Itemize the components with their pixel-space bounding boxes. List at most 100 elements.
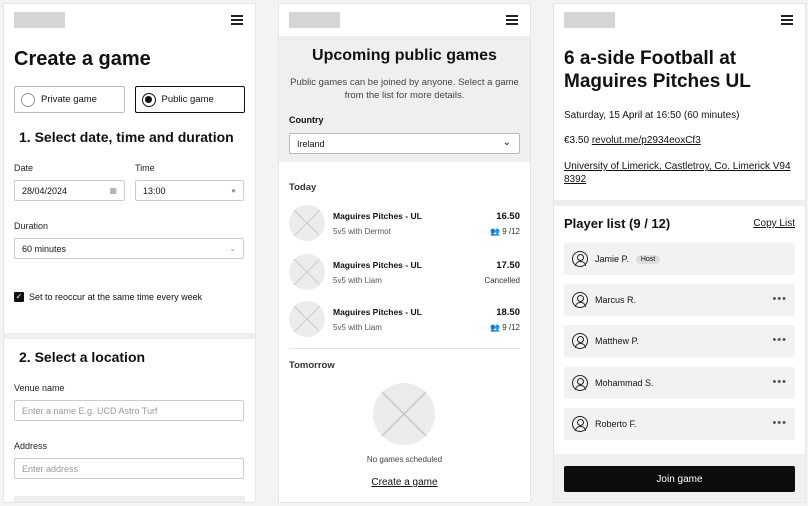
country-select[interactable]: Ireland ⌄ — [289, 133, 520, 154]
duration-select[interactable]: 60 minutes ⌄ — [14, 238, 244, 259]
hamburger-icon[interactable] — [231, 15, 243, 25]
venue-placeholder: Enter a name E.g. UCD Astro Turf — [22, 405, 158, 416]
create-game-screen: Create a game Private game Public game 1… — [4, 4, 255, 502]
address-input[interactable]: Enter address — [14, 458, 244, 479]
venue-label: Venue name — [14, 383, 65, 393]
reoccur-label: Set to reoccur at the same time every we… — [29, 292, 203, 302]
venue-input[interactable]: Enter a name E.g. UCD Astro Turf — [14, 400, 244, 421]
player-row[interactable]: Mohammad S. ••• — [564, 367, 795, 399]
game-image-placeholder — [289, 301, 325, 337]
logo-placeholder — [289, 12, 340, 28]
section-divider — [554, 200, 805, 206]
player-name: Matthew P. — [595, 336, 639, 346]
chevron-down-icon: ⌄ — [502, 137, 511, 148]
user-icon — [572, 251, 588, 267]
price-row: €3.50 revolut.me/p2934eoxCf3 — [564, 135, 701, 146]
tomorrow-label: Tomorrow — [289, 360, 335, 371]
game-capacity: 👥 9 /12 — [490, 227, 520, 236]
checkbox-checked-icon[interactable]: ✓ — [14, 292, 24, 302]
game-capacity: 👥 9 /12 — [490, 323, 520, 332]
player-name: Roberto F. — [595, 419, 637, 429]
more-dots-icon[interactable]: ••• — [772, 376, 787, 388]
logo-placeholder — [14, 12, 65, 28]
player-row[interactable]: Marcus R. ••• — [564, 284, 795, 316]
public-game-label: Public game — [161, 94, 214, 105]
player-row[interactable]: Matthew P. ••• — [564, 325, 795, 357]
game-image-placeholder — [289, 205, 325, 241]
game-time: 17.50 — [496, 260, 520, 271]
address-label: Address — [14, 441, 48, 451]
address-placeholder: Enter address — [22, 463, 79, 474]
more-dots-icon[interactable]: ••• — [772, 334, 787, 346]
step1-heading: 1. Select date, time and duration — [19, 129, 234, 145]
payment-link[interactable]: revolut.me/p2934eoxCf3 — [592, 135, 701, 146]
player-row[interactable]: Jamie P. Host — [564, 243, 795, 275]
time-label: Time — [135, 163, 155, 173]
user-icon — [572, 292, 588, 308]
player-name: Jamie P. — [595, 254, 629, 264]
step2-heading: 2. Select a location — [19, 349, 146, 365]
game-status: Cancelled — [484, 276, 520, 285]
player-row[interactable]: Roberto F. ••• — [564, 408, 795, 440]
hamburger-icon[interactable] — [781, 15, 793, 25]
player-list-heading: Player list (9 / 12) — [564, 216, 671, 231]
top-bar — [4, 4, 255, 36]
game-type-selector: Private game Public game — [14, 86, 245, 113]
duration-value: 60 minutes — [22, 243, 67, 254]
logo-placeholder — [564, 12, 615, 28]
game-list-item[interactable]: Maguires Pitches - UL 5v5 with Dermot 16… — [289, 205, 520, 245]
reoccur-checkbox-row[interactable]: ✓ Set to reoccur at the same time every … — [14, 292, 202, 302]
date-value: 28/04/2024 — [22, 185, 68, 196]
upcoming-games-screen: Upcoming public games Public games can b… — [279, 4, 530, 502]
game-time: 18.50 — [496, 307, 520, 318]
game-datetime: Saturday, 15 April at 16:50 (60 minutes) — [564, 110, 740, 121]
date-label: Date — [14, 163, 34, 173]
filter-panel: Upcoming public games Public games can b… — [279, 36, 530, 162]
game-name: Maguires Pitches - UL — [333, 260, 422, 270]
empty-state-image — [373, 383, 435, 445]
join-game-button[interactable]: Join game — [564, 466, 795, 492]
create-game-link[interactable]: Create a game — [279, 477, 530, 488]
map-placeholder — [14, 496, 245, 502]
country-label: Country — [289, 115, 324, 125]
public-game-option[interactable]: Public game — [134, 86, 245, 113]
private-game-option[interactable]: Private game — [14, 86, 125, 113]
no-games-text: No games scheduled — [366, 455, 443, 464]
game-detail-screen: 6 a-side Football at Maguires Pitches UL… — [554, 4, 805, 502]
date-field[interactable]: 28/04/2024 ▦ — [14, 180, 125, 201]
today-label: Today — [289, 182, 317, 193]
user-icon — [572, 333, 588, 349]
private-game-label: Private game — [41, 94, 97, 105]
more-dots-icon[interactable]: ••• — [772, 293, 787, 305]
copy-list-link[interactable]: Copy List — [753, 218, 795, 229]
game-time: 16.50 — [496, 211, 520, 222]
people-icon: 👥 — [490, 323, 503, 332]
more-dots-icon[interactable]: ••• — [772, 417, 787, 429]
player-name: Mohammad S. — [595, 378, 654, 388]
radio-unselected-icon — [21, 92, 35, 107]
game-subtitle: 5v5 with Dermot — [333, 227, 391, 236]
country-value: Ireland — [297, 138, 325, 149]
time-field[interactable]: 13:00 ● — [135, 180, 244, 201]
clock-icon: ● — [231, 186, 236, 195]
address-link[interactable]: University of Limerick, Castletroy, Co. … — [564, 160, 795, 186]
section-divider — [4, 333, 255, 339]
radio-selected-icon — [141, 92, 156, 107]
game-price: €3.50 — [564, 135, 590, 146]
page-title: Create a game — [14, 48, 151, 70]
top-bar — [554, 4, 805, 36]
people-icon: 👥 — [490, 227, 503, 236]
game-image-placeholder — [289, 254, 325, 290]
game-list-item[interactable]: Maguires Pitches - UL 5v5 with Liam 17.5… — [289, 254, 520, 294]
top-bar — [279, 4, 530, 36]
chevron-down-icon: ⌄ — [229, 244, 236, 253]
game-list-item[interactable]: Maguires Pitches - UL 5v5 with Liam 18.5… — [289, 301, 520, 341]
calendar-icon: ▦ — [109, 186, 117, 195]
hamburger-icon[interactable] — [506, 15, 518, 25]
duration-label: Duration — [14, 221, 49, 231]
game-subtitle: 5v5 with Liam — [333, 276, 382, 285]
page-description: Public games can be joined by anyone. Se… — [290, 77, 519, 101]
host-badge: Host — [635, 254, 661, 264]
user-icon — [572, 416, 588, 432]
list-divider — [289, 348, 520, 349]
